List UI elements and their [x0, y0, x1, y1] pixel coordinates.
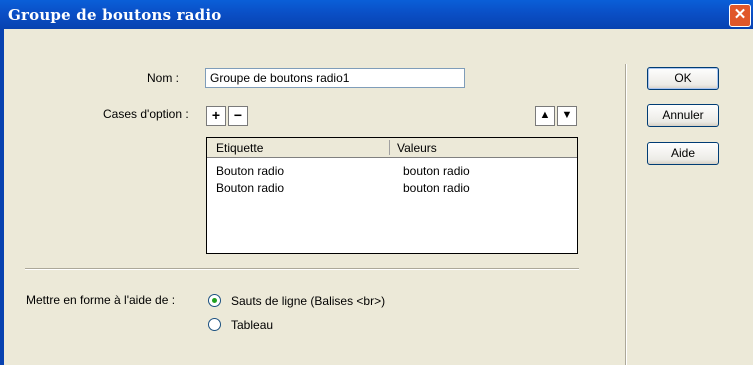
radio-line-breaks-label[interactable]: Sauts de ligne (Balises <br>): [231, 294, 385, 308]
horizontal-divider: [25, 268, 579, 270]
help-button[interactable]: Aide: [647, 142, 719, 165]
name-input[interactable]: Groupe de boutons radio1: [205, 68, 465, 88]
add-option-button[interactable]: +: [206, 106, 226, 126]
vertical-divider: [625, 64, 627, 365]
ok-button[interactable]: OK: [647, 67, 719, 90]
close-button[interactable]: ✕: [729, 4, 751, 27]
close-icon: ✕: [733, 6, 747, 23]
column-header-label[interactable]: Etiquette: [216, 141, 263, 155]
row-value-cell: bouton radio: [403, 181, 470, 195]
column-header-value[interactable]: Valeurs: [397, 141, 437, 155]
name-label: Nom :: [147, 71, 180, 85]
remove-option-button[interactable]: −: [228, 106, 248, 126]
row-label-cell: Bouton radio: [216, 164, 285, 178]
arrow-down-icon: ▼: [561, 109, 573, 121]
arrow-up-icon: ▲: [539, 109, 551, 121]
table-header: Etiquette Valeurs: [207, 138, 577, 158]
row-label-cell: Bouton radio: [216, 181, 285, 195]
title-bar: Groupe de boutons radio ✕: [0, 0, 753, 29]
row-value-cell: bouton radio: [403, 164, 470, 178]
move-up-button[interactable]: ▲: [535, 106, 555, 126]
window-frame-left: [0, 29, 4, 365]
radio-selected-dot: [212, 298, 217, 303]
move-down-button[interactable]: ▼: [557, 106, 577, 126]
options-label: Cases d'option :: [103, 107, 189, 121]
column-divider: [389, 140, 390, 155]
cancel-button[interactable]: Annuler: [647, 104, 719, 127]
plus-icon: +: [211, 107, 221, 123]
options-table[interactable]: Etiquette Valeurs Bouton radio bouton ra…: [206, 137, 578, 254]
radio-table-label[interactable]: Tableau: [231, 318, 273, 332]
minus-icon: −: [233, 107, 243, 123]
radio-table[interactable]: [208, 318, 221, 331]
radio-line-breaks[interactable]: [208, 294, 221, 307]
window-title: Groupe de boutons radio: [8, 6, 222, 24]
format-label: Mettre en forme à l'aide de :: [26, 293, 176, 307]
